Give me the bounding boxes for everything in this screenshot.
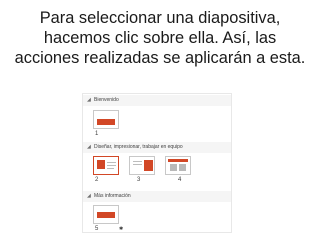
slide-image-block xyxy=(170,164,177,171)
slide-title-block xyxy=(97,212,115,218)
section-title: Más información xyxy=(94,193,131,199)
slide-number: 5 xyxy=(95,226,99,232)
slide-number: 2 xyxy=(95,177,99,183)
slide-text-line xyxy=(107,165,116,166)
slide-thumbnail-4[interactable] xyxy=(165,156,191,175)
caption-line-3: acciones realizadas se aplicarán a esta. xyxy=(14,49,306,67)
section-title: Diseñar, impresionar, trabajar en equipo xyxy=(94,144,183,150)
slide-number: 3 xyxy=(137,177,141,183)
section-title: Bienvenido xyxy=(94,97,119,103)
slide-thumbnail-5[interactable] xyxy=(93,205,119,224)
slide-text-line xyxy=(133,164,142,165)
slide-title-block xyxy=(97,119,115,125)
slide-number: 1 xyxy=(95,131,99,137)
slide-text-line xyxy=(107,168,114,169)
slide-text-line xyxy=(107,162,116,163)
slide-number: 4 xyxy=(178,177,182,183)
slide-thumbnail-2-selected[interactable] xyxy=(93,156,119,175)
section-header-disenar[interactable]: ◢ Diseñar, impresionar, trabajar en equi… xyxy=(83,142,231,153)
caret-icon[interactable]: ◢ xyxy=(87,191,91,202)
section-header-mas-informacion[interactable]: ◢ Más información xyxy=(83,191,231,202)
caption-line-2: hacemos clic sobre ella. Así, las xyxy=(43,29,277,47)
slide-image-block xyxy=(179,164,186,171)
slide-image-block xyxy=(97,160,105,169)
section-header-bienvenido[interactable]: ◢ Bienvenido xyxy=(83,95,231,106)
caret-icon[interactable]: ◢ xyxy=(87,142,91,153)
slide-thumbnail-3[interactable] xyxy=(129,156,155,175)
slide-sorter-panel: ◢ Bienvenido 1 ◢ Diseñar, impresionar, t… xyxy=(82,93,232,233)
caption-line-1: Para seleccionar una diapositiva, xyxy=(39,9,281,27)
slide-title-block xyxy=(168,159,188,162)
slide-text-line xyxy=(133,161,142,162)
caret-icon[interactable]: ◢ xyxy=(87,95,91,106)
star-icon: ✱ xyxy=(119,226,124,232)
slide-image-block xyxy=(144,160,153,171)
slide-thumbnail-1[interactable] xyxy=(93,110,119,129)
instruction-caption: Para seleccionar una diapositiva, hacemo… xyxy=(0,8,320,68)
